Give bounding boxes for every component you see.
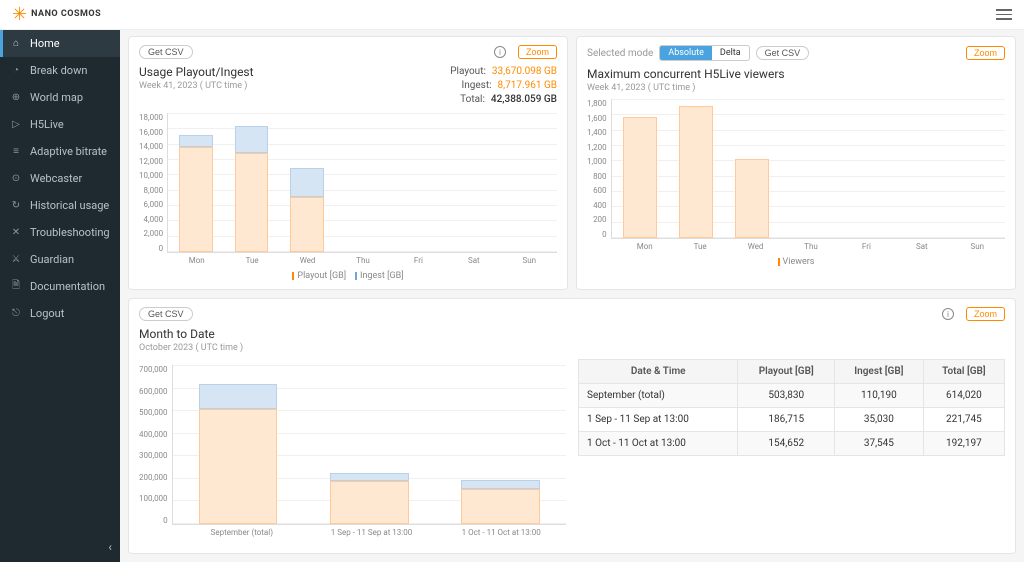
card-subtitle: Week 41, 2023 ( UTC time )	[139, 81, 254, 91]
info-icon[interactable]: i	[942, 308, 954, 320]
sidebar-item-breakdown[interactable]: ◔ Break down	[0, 57, 120, 84]
sidebar-item-label: Adaptive bitrate	[30, 145, 107, 158]
sidebar-item-label: World map	[30, 91, 83, 104]
sidebar-item-home[interactable]: ⌂ Home	[0, 30, 120, 57]
legend-ingest: Ingest [GB]	[360, 271, 404, 281]
mtd-table: Date & TimePlayout [GB]Ingest [GB]Total …	[578, 359, 1005, 537]
sidebar-item-troubleshooting[interactable]: ✕ Troubleshooting	[0, 219, 120, 246]
mode-toggle: Absolute Delta	[659, 45, 749, 61]
mode-absolute-button[interactable]: Absolute	[660, 46, 712, 60]
sidebar-item-adaptive[interactable]: ≡ Adaptive bitrate	[0, 138, 120, 165]
sidebar-item-label: H5Live	[30, 118, 64, 131]
card-title: Usage Playout/Ingest	[139, 65, 254, 79]
zoom-button[interactable]: Zoom	[518, 45, 557, 59]
table-header: Playout [GB]	[738, 360, 835, 384]
total-label: Total:	[460, 94, 485, 105]
sidebar-item-label: Home	[30, 37, 60, 50]
brand-logo: ✳ NANO COSMOS	[12, 4, 101, 25]
home-icon: ⌂	[10, 38, 22, 50]
sidebar-item-documentation[interactable]: 🗎 Documentation	[0, 273, 120, 300]
card-subtitle: October 2023 ( UTC time )	[139, 343, 1005, 353]
viewers-card: Selected mode Absolute Delta Get CSV Zoo…	[576, 36, 1016, 290]
menu-icon[interactable]	[996, 9, 1012, 20]
tools-icon: ✕	[10, 227, 22, 239]
sidebar-item-historical[interactable]: ↻ Historical usage	[0, 192, 120, 219]
zoom-button[interactable]: Zoom	[966, 46, 1005, 60]
sidebar-item-logout[interactable]: ⎋ Logout	[0, 300, 120, 327]
play-icon: ▷	[10, 119, 22, 131]
viewers-legend: Viewers	[587, 257, 1005, 267]
sidebar: ⌂ Home ◔ Break down ⊕ World map ▷ H5Live…	[0, 0, 120, 562]
sidebar-item-worldmap[interactable]: ⊕ World map	[0, 84, 120, 111]
bars-icon: ≡	[10, 146, 22, 158]
table-row: September (total)503,830110,190614,020	[579, 384, 1005, 408]
sidebar-item-label: Guardian	[30, 253, 74, 266]
sidebar-item-label: Break down	[30, 64, 87, 77]
mode-delta-button[interactable]: Delta	[712, 46, 749, 60]
shield-icon: ⚔	[10, 254, 22, 266]
mtd-card: Get CSV i Zoom Month to Date October 202…	[128, 298, 1016, 554]
table-header: Ingest [GB]	[834, 360, 923, 384]
table-header: Total [GB]	[923, 360, 1004, 384]
usage-chart: 18,00016,00014,00012,00010,0008,0006,000…	[139, 113, 557, 253]
card-subtitle: Week 41, 2023 ( UTC time )	[587, 83, 1005, 93]
logo-burst-icon: ✳	[12, 4, 27, 25]
document-icon: 🗎	[10, 281, 22, 293]
get-csv-button[interactable]: Get CSV	[139, 307, 193, 321]
broadcast-icon: ⊙	[10, 173, 22, 185]
table-row: 1 Oct - 11 Oct at 13:00154,65237,545192,…	[579, 432, 1005, 456]
playout-value: 33,670.098 GB	[492, 66, 557, 77]
viewers-chart: 1,8001,6001,4001,2001,0008006004002000	[587, 99, 1005, 239]
zoom-button[interactable]: Zoom	[966, 307, 1005, 321]
mtd-chart: 700,000600,000500,000400,000300,000200,0…	[139, 359, 566, 537]
legend-playout: Playout [GB]	[297, 271, 346, 281]
legend-viewers: Viewers	[783, 257, 815, 267]
piechart-icon: ◔	[10, 65, 22, 77]
sidebar-item-label: Documentation	[30, 280, 105, 293]
history-icon: ↻	[10, 200, 22, 212]
table-header: Date & Time	[579, 360, 738, 384]
get-csv-button[interactable]: Get CSV	[139, 45, 193, 59]
logout-icon: ⎋	[10, 308, 22, 320]
usage-card: Get CSV i Zoom Usage Playout/Ingest Week…	[128, 36, 568, 290]
main-content: Get CSV i Zoom Usage Playout/Ingest Week…	[120, 0, 1024, 562]
sidebar-item-label: Logout	[30, 307, 64, 320]
sidebar-item-label: Webcaster	[30, 172, 82, 185]
sidebar-item-webcaster[interactable]: ⊙ Webcaster	[0, 165, 120, 192]
usage-stats: Playout: 33,670.098 GB Ingest: 8,717.961 G…	[450, 65, 557, 107]
sidebar-item-h5live[interactable]: ▷ H5Live	[0, 111, 120, 138]
sidebar-item-guardian[interactable]: ⚔ Guardian	[0, 246, 120, 273]
globe-icon: ⊕	[10, 92, 22, 104]
table-row: 1 Sep - 11 Sep at 13:00186,71535,030221,…	[579, 408, 1005, 432]
sidebar-item-label: Troubleshooting	[30, 226, 110, 239]
top-header: ✳ NANO COSMOS	[0, 0, 1024, 30]
sidebar-item-label: Historical usage	[30, 199, 109, 212]
collapse-sidebar-icon[interactable]: ‹	[108, 540, 112, 554]
card-title: Maximum concurrent H5Live viewers	[587, 67, 1005, 81]
get-csv-button[interactable]: Get CSV	[756, 46, 810, 60]
total-value: 42,388.059 GB	[491, 94, 557, 105]
card-title: Month to Date	[139, 327, 1005, 341]
mode-label: Selected mode	[587, 48, 653, 59]
ingest-value: 8,717.961 GB	[498, 80, 557, 91]
playout-label: Playout:	[450, 66, 486, 77]
ingest-label: Ingest:	[462, 80, 492, 91]
brand-name: NANO COSMOS	[31, 10, 101, 19]
usage-legend: Playout [GB] Ingest [GB]	[139, 271, 557, 281]
info-icon[interactable]: i	[494, 46, 506, 58]
